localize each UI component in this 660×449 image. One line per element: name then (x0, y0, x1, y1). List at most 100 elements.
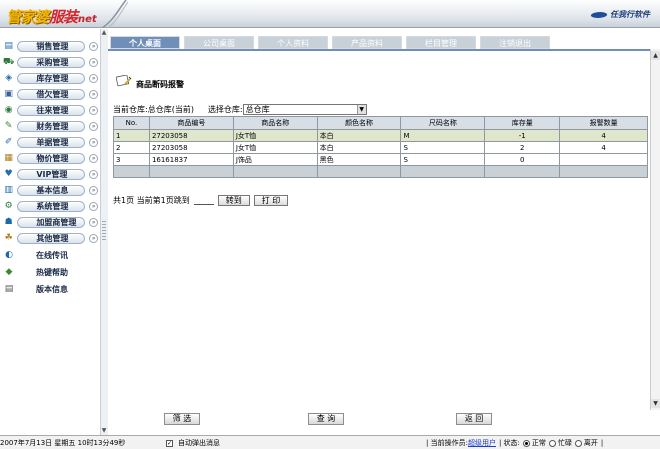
back-button[interactable]: 返 回 (456, 413, 492, 425)
sidebar-item-franchise[interactable]: ☗ 加盟商管理 » (2, 215, 98, 229)
sidebar-item-hotkey-help[interactable]: ◆ 热键帮助 (2, 265, 98, 279)
tab-company-desktop[interactable]: 公司桌面 (184, 36, 254, 49)
expand-chevron-icon[interactable]: » (89, 105, 98, 115)
table-cell: 1 (113, 129, 150, 142)
column-header[interactable]: 尺码名称 (400, 116, 486, 130)
vendor-logo-icon (589, 11, 609, 18)
loan-icon: ▣ (4, 89, 13, 99)
main-scrollbar[interactable]: ▲ ▼ (650, 49, 660, 410)
sidebar-item-loan[interactable]: ▣ 借欠管理 » (2, 87, 98, 101)
sidebar-item-inventory[interactable]: ◈ 库存管理 » (2, 71, 98, 85)
expand-chevron-icon[interactable]: » (89, 41, 98, 51)
voucher-icon: ✐ (4, 137, 13, 147)
expand-chevron-icon[interactable]: » (89, 89, 98, 99)
column-header[interactable]: 库存量 (484, 116, 561, 130)
page-jump-input[interactable] (193, 196, 214, 205)
expand-chevron-icon[interactable]: » (89, 121, 98, 131)
sidebar-item-label: 物价管理 (17, 152, 86, 164)
status-away-radio[interactable] (574, 439, 582, 447)
sidebar-item-label: 财务管理 (17, 120, 86, 132)
sidebar-item-vip[interactable]: ♥ VIP管理 » (2, 167, 98, 181)
print-button[interactable]: 打 印 (253, 195, 289, 206)
tab-personal-desktop[interactable]: 个人桌面 (110, 36, 180, 49)
warehouse-filter: 当前仓库:总仓库(当前) 选择仓库: 总仓库 ▼ (113, 104, 367, 115)
sidebar-scroll-down-icon[interactable]: ▼ (100, 427, 108, 435)
vendor-brand: 任我行软件 (589, 9, 650, 20)
page-title: 商品断码报警 (136, 80, 184, 89)
status-bar: 2007年7月13日 星期五 10时13分49秒 ✓ 自动弹出消息 | 当前操作… (0, 435, 660, 449)
sidebar-item-system[interactable]: ⚙ 系统管理 » (2, 199, 98, 213)
version-info-icon: ▤ (4, 284, 14, 294)
column-header[interactable]: No. (113, 116, 150, 130)
sidebar-item-voucher[interactable]: ✐ 单据管理 » (2, 135, 98, 149)
auto-popup-checkbox[interactable]: ✓ (166, 439, 173, 447)
warehouse-select[interactable]: 总仓库 ▼ (242, 104, 367, 115)
table-cell: 0 (484, 153, 561, 166)
query-button[interactable]: 查 询 (308, 413, 344, 425)
price-icon: ▦ (4, 153, 13, 163)
expand-chevron-icon[interactable]: » (89, 137, 98, 147)
header-swoosh-icon (101, 0, 128, 28)
expand-chevron-icon[interactable]: » (89, 185, 98, 195)
sales-icon: ▤ (4, 41, 13, 51)
operator-link[interactable]: 超级用户 (468, 438, 496, 448)
sidebar-scroll-up-icon[interactable]: ▲ (100, 29, 108, 37)
table-row[interactable]: 3 16161837 J饰品 黑色 S 0 (113, 153, 648, 166)
status-busy-radio[interactable] (548, 439, 556, 447)
basic-info-icon: ▥ (4, 185, 13, 195)
sidebar-item-purchase[interactable]: ⛟ 采购管理 » (2, 55, 98, 69)
table-row[interactable]: 2 27203058 J女T恤 本白 S 2 4 (113, 141, 648, 154)
sidebar-item-transaction[interactable]: ◉ 往来管理 » (2, 103, 98, 117)
logo-text-product: 服装 (49, 8, 78, 26)
sidebar-item-label: 销售管理 (17, 40, 86, 52)
sidebar-item-label: 库存管理 (17, 72, 86, 84)
table-cell: J饰品 (232, 153, 318, 166)
column-header[interactable]: 颜色名称 (316, 116, 402, 130)
column-header[interactable]: 报警数量 (559, 116, 648, 130)
auto-popup-option[interactable]: ✓ 自动弹出消息 (166, 438, 220, 448)
expand-chevron-icon[interactable]: » (89, 233, 98, 243)
expand-chevron-icon[interactable]: » (89, 169, 98, 179)
sidebar-grip-icon[interactable] (102, 221, 106, 241)
status-busy-label: 忙碌 (557, 439, 572, 447)
expand-chevron-icon[interactable]: » (89, 153, 98, 163)
chevron-down-icon[interactable]: ▼ (356, 105, 366, 114)
sidebar-item-label: 其他管理 (17, 232, 86, 244)
tab-column-management[interactable]: 栏目管理 (406, 36, 476, 49)
filter-button[interactable]: 筛 选 (164, 413, 200, 425)
tab-personal-profile[interactable]: 个人资料 (258, 36, 328, 49)
sidebar-item-label: 热键帮助 (36, 267, 68, 277)
table-cell (559, 153, 648, 166)
operator-status: | 当前操作员: 超级用户 | 状态: 正常 忙碌 离开 | (426, 438, 603, 448)
expand-chevron-icon[interactable]: » (89, 217, 98, 227)
alert-table: No. 商品编号 商品名称 颜色名称 尺码名称 库存量 报警数量 1 27203… (113, 116, 648, 178)
sidebar-item-label: 系统管理 (17, 200, 86, 212)
column-header[interactable]: 商品名称 (232, 116, 318, 130)
expand-chevron-icon[interactable]: » (89, 73, 98, 83)
sidebar-item-finance[interactable]: ✎ 财务管理 » (2, 119, 98, 133)
sidebar-item-label: 加盟商管理 (17, 216, 86, 228)
table-cell: 16161837 (148, 153, 234, 166)
scroll-up-icon[interactable]: ▲ (651, 51, 660, 60)
table-row[interactable]: 1 27203058 J女T恤 本白 M -1 4 (113, 129, 648, 142)
tab-product-data[interactable]: 产品资料 (332, 36, 402, 49)
action-bar: 筛 选 查 询 返 回 (108, 410, 660, 435)
jump-button[interactable]: 转到 (217, 195, 250, 206)
sidebar-item-version-info[interactable]: ▤ 版本信息 (2, 282, 98, 296)
sidebar-item-label: 在线传讯 (36, 250, 68, 260)
scroll-down-icon[interactable]: ▼ (651, 399, 660, 408)
expand-chevron-icon[interactable]: » (89, 201, 98, 211)
sidebar-item-online-message[interactable]: ◐ 在线传讯 (2, 248, 98, 262)
sidebar-item-other[interactable]: ☘ 其他管理 » (2, 231, 98, 245)
sidebar-item-sales[interactable]: ▤ 销售管理 » (2, 39, 98, 53)
table-cell: 本白 (316, 129, 402, 142)
tab-logout[interactable]: 注销退出 (480, 36, 550, 49)
pagination: 共1页 当前第1页跳到 转到 打 印 (113, 195, 292, 206)
warehouse-select-value: 总仓库 (245, 105, 270, 114)
sidebar-item-basic-info[interactable]: ▥ 基本信息 » (2, 183, 98, 197)
column-header[interactable]: 商品编号 (148, 116, 234, 130)
expand-chevron-icon[interactable]: » (89, 57, 98, 67)
logo-text-net: net (78, 14, 97, 25)
status-normal-radio[interactable] (522, 439, 530, 447)
sidebar-item-price[interactable]: ▦ 物价管理 » (2, 151, 98, 165)
